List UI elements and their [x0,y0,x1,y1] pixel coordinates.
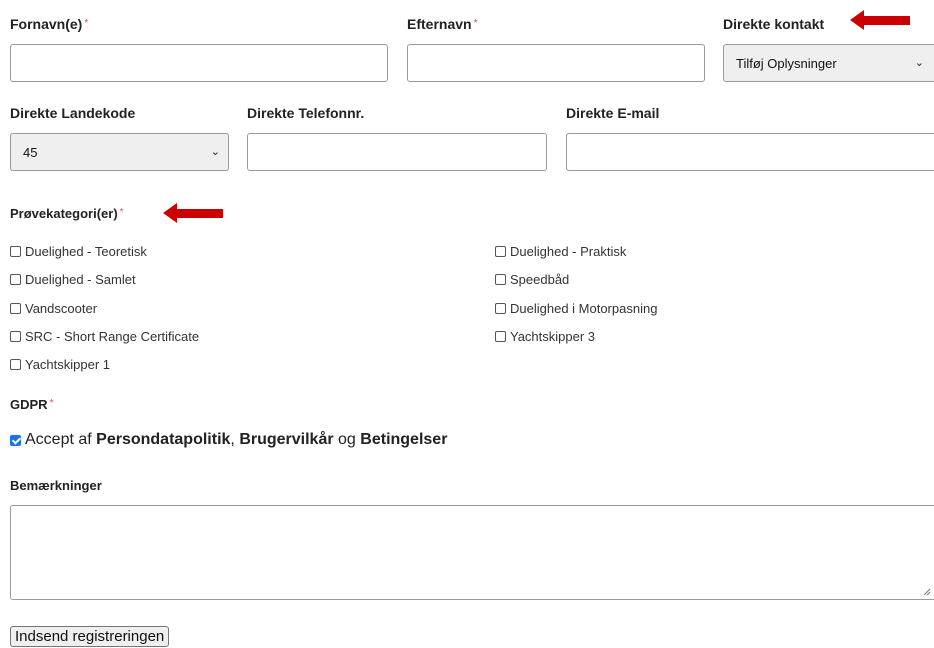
direct-contact-label: Direkte kontakt [723,16,825,32]
categories-label-text: Prøvekategori(er) [10,206,118,221]
category-checkbox-row[interactable]: Speedbåd [495,272,569,287]
category-checkbox-row[interactable]: Duelighed i Motorpasning [495,301,657,316]
required-mark: * [84,18,89,29]
category-label: Duelighed - Praktisk [510,244,627,259]
email-label: Direkte E-mail [566,105,660,121]
category-checkbox-row[interactable]: Duelighed - Teoretisk [10,244,147,259]
gdpr-og-text: og [338,431,356,448]
privacy-policy-link[interactable]: Persondatapolitik [96,431,230,449]
first-name-label: Fornavn(e) * [10,16,88,32]
gdpr-checkbox[interactable] [10,434,21,446]
category-checkbox[interactable] [10,246,21,257]
chevron-down-icon: ⌄ [210,145,220,158]
country-code-label: Direkte Landekode [10,105,136,121]
red-arrow-icon [850,10,910,30]
category-label: Duelighed - Samlet [25,272,136,287]
direct-contact-select[interactable]: Tilføj Oplysninger ⌄ [723,44,934,82]
category-checkbox[interactable] [10,331,21,342]
category-checkbox[interactable] [10,303,21,314]
phone-input[interactable] [247,133,547,171]
submit-button[interactable]: Indsend registreringen [10,626,170,647]
country-code-select[interactable]: 45 ⌄ [10,133,229,171]
gdpr-comma: , [230,431,235,448]
category-checkbox-row[interactable]: Duelighed - Samlet [10,272,136,287]
resize-handle-icon[interactable] [923,588,931,596]
category-checkbox[interactable] [10,274,21,285]
required-mark: * [49,398,54,409]
country-code-select-value: 45 [23,144,38,160]
remarks-textarea[interactable] [10,505,934,600]
gdpr-accept-row[interactable]: Accept af Persondatapolitik, Brugervilkå… [10,431,447,449]
required-mark: * [473,18,478,29]
category-checkbox-row[interactable]: Yachtskipper 1 [10,357,110,372]
category-label: Duelighed i Motorpasning [510,301,658,316]
category-label: Duelighed - Teoretisk [25,244,147,259]
gdpr-accept-prefix: Accept af [25,431,92,448]
category-label: Yachtskipper 3 [510,329,596,344]
phone-label: Direkte Telefonnr. [247,105,365,121]
category-checkbox-row[interactable]: SRC - Short Range Certificate [10,329,199,344]
category-label: SRC - Short Range Certificate [25,329,200,344]
red-arrow-icon [163,203,223,223]
category-checkbox[interactable] [495,331,506,342]
conditions-link[interactable]: Betingelser [360,431,447,449]
direct-contact-select-value: Tilføj Oplysninger [736,55,837,71]
category-checkbox[interactable] [10,359,21,370]
first-name-label-text: Fornavn(e) [10,16,83,32]
categories-label: Prøvekategori(er) * [10,206,124,221]
gdpr-label-text: GDPR [10,397,48,412]
category-checkbox-row[interactable]: Vandscooter [10,301,97,316]
category-checkbox[interactable] [495,274,506,285]
gdpr-label: GDPR * [10,397,53,412]
category-checkbox-row[interactable]: Duelighed - Praktisk [495,244,626,259]
remarks-label: Bemærkninger [10,478,102,493]
category-checkbox[interactable] [495,246,506,257]
last-name-input[interactable] [407,44,705,82]
user-terms-link[interactable]: Brugervilkår [239,431,333,449]
chevron-down-icon: ⌄ [914,56,924,69]
category-label: Yachtskipper 1 [25,357,111,372]
email-input[interactable] [566,133,934,171]
last-name-label: Efternavn * [407,16,477,32]
required-mark: * [119,207,124,218]
category-label: Speedbåd [510,272,570,287]
category-checkbox[interactable] [495,303,506,314]
last-name-label-text: Efternavn [407,16,472,32]
category-label: Vandscooter [25,301,98,316]
category-checkbox-row[interactable]: Yachtskipper 3 [495,329,595,344]
first-name-input[interactable] [10,44,388,82]
